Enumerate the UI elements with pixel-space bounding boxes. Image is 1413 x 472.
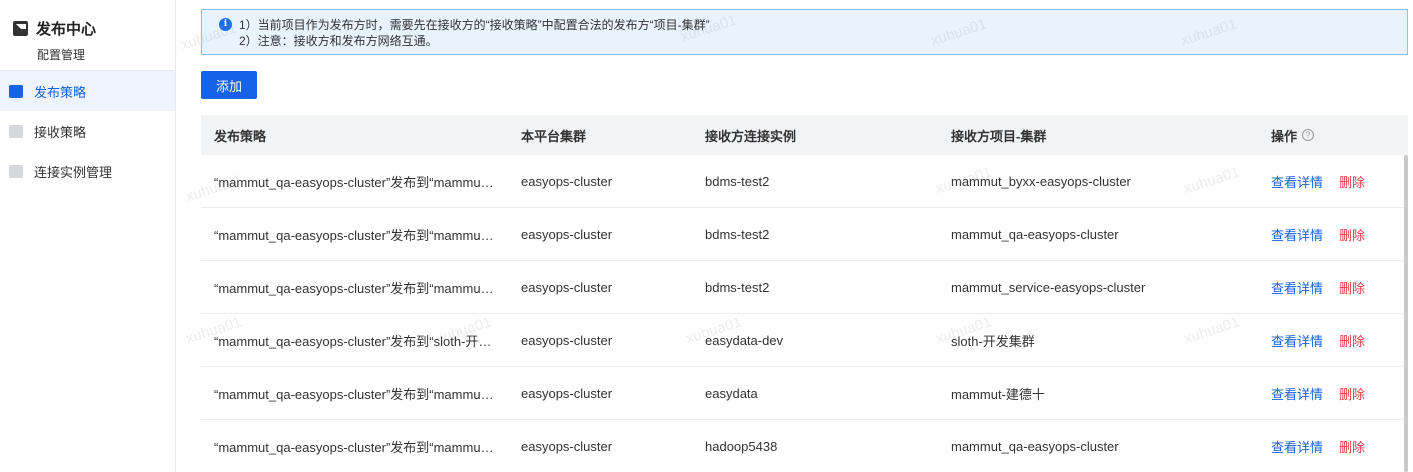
instance-cell: hadoop5438: [705, 438, 778, 454]
cluster-cell: easyops-cluster: [521, 226, 613, 242]
column-header-instance: 接收方连接实例: [705, 128, 797, 144]
alert-line-2: 2）注意：接收方和发布方网络互通。: [239, 34, 438, 48]
table-row: “mammut_qa-easyops-cluster”发布到“mammut-建德…: [201, 367, 1408, 420]
policy-cell: “mammut_qa-easyops-cluster”发布到“mammut_qa…: [214, 439, 497, 455]
alert-line-1: 1）当前项目作为发布方时，需要先在接收方的“接收策略”中配置合法的发布方“项目-…: [239, 18, 710, 32]
table-header: 发布策略 本平台集群 接收方连接实例 接收方项目-集群 操作 ?: [201, 115, 1408, 155]
actions-cell: 查看详情 删除: [1271, 384, 1401, 403]
sidebar-item-label: 连接实例管理: [34, 164, 113, 180]
column-header-target: 接收方项目-集群: [951, 128, 1047, 144]
target-cell: mammut_qa-easyops-cluster: [951, 226, 1119, 242]
view-details-link[interactable]: 查看详情: [1271, 225, 1323, 244]
column-header-policy: 发布策略: [214, 128, 267, 144]
column-header-actions: 操作 ?: [1271, 126, 1401, 145]
delete-link[interactable]: 删除: [1339, 384, 1365, 403]
instance-cell: bdms-test2: [705, 226, 770, 242]
sidebar-item-label: 发布策略: [34, 84, 87, 100]
sidebar-item-connection-instances[interactable]: 连接实例管理: [0, 151, 175, 191]
actions-cell: 查看详情 删除: [1271, 331, 1401, 350]
publish-center-icon: [13, 21, 28, 36]
cluster-cell: easyops-cluster: [521, 332, 613, 348]
cluster-cell: easyops-cluster: [521, 173, 613, 189]
policy-cell: “mammut_qa-easyops-cluster”发布到“sloth-开发集…: [214, 333, 497, 349]
instance-cell: easydata-dev: [705, 332, 784, 348]
actions-cell: 查看详情 删除: [1271, 278, 1401, 297]
table-row: “mammut_qa-easyops-cluster”发布到“mammut_qa…: [201, 420, 1408, 472]
cluster-cell: easyops-cluster: [521, 438, 613, 454]
policy-cell: “mammut_qa-easyops-cluster”发布到“mammut_qa…: [214, 227, 497, 243]
instance-cell: bdms-test2: [705, 279, 770, 295]
delete-link[interactable]: 删除: [1339, 331, 1365, 350]
view-details-link[interactable]: 查看详情: [1271, 437, 1323, 456]
target-cell: mammut_qa-easyops-cluster: [951, 438, 1119, 454]
info-icon: i: [219, 18, 232, 31]
brand-header: 发布中心 配置管理: [0, 0, 175, 71]
table-row: “mammut_qa-easyops-cluster”发布到“mammut_by…: [201, 155, 1408, 208]
policy-table: 发布策略 本平台集群 接收方连接实例 接收方项目-集群 操作 ? “mammut…: [201, 115, 1408, 472]
sidebar: 发布中心 配置管理 发布策略 接收策略 连接实例管理: [0, 0, 176, 472]
actions-cell: 查看详情 删除: [1271, 172, 1401, 191]
actions-cell: 查看详情 删除: [1271, 225, 1401, 244]
sidebar-item-publish-policy[interactable]: 发布策略: [0, 71, 175, 111]
policy-cell: “mammut_qa-easyops-cluster”发布到“mammut-建德…: [214, 386, 497, 402]
help-icon[interactable]: ?: [1302, 129, 1315, 141]
instance-cell: bdms-test2: [705, 173, 770, 189]
delete-link[interactable]: 删除: [1339, 172, 1365, 191]
table-row: “mammut_qa-easyops-cluster”发布到“mammut_se…: [201, 261, 1408, 314]
receive-icon: [9, 124, 23, 138]
instance-cell: easydata: [705, 385, 758, 401]
actions-cell: 查看详情 删除: [1271, 437, 1401, 456]
delete-link[interactable]: 删除: [1339, 437, 1365, 456]
link-icon: [9, 164, 23, 178]
target-cell: mammut-建德十: [951, 386, 1045, 402]
cluster-cell: easyops-cluster: [521, 385, 613, 401]
view-details-link[interactable]: 查看详情: [1271, 331, 1323, 350]
add-button[interactable]: 添加: [201, 71, 257, 99]
cluster-cell: easyops-cluster: [521, 279, 613, 295]
publish-icon: [9, 84, 23, 98]
column-header-cluster: 本平台集群: [521, 128, 587, 144]
table-row: “mammut_qa-easyops-cluster”发布到“mammut_qa…: [201, 208, 1408, 261]
app-title: 发布中心: [36, 21, 97, 38]
view-details-link[interactable]: 查看详情: [1271, 278, 1323, 297]
vertical-scrollbar[interactable]: [1404, 155, 1408, 472]
view-details-link[interactable]: 查看详情: [1271, 384, 1323, 403]
delete-link[interactable]: 删除: [1339, 278, 1365, 297]
target-cell: mammut_byxx-easyops-cluster: [951, 173, 1131, 189]
delete-link[interactable]: 删除: [1339, 225, 1365, 244]
policy-cell: “mammut_qa-easyops-cluster”发布到“mammut_se…: [214, 280, 497, 296]
target-cell: sloth-开发集群: [951, 333, 1035, 349]
view-details-link[interactable]: 查看详情: [1271, 172, 1323, 191]
target-cell: mammut_service-easyops-cluster: [951, 279, 1146, 295]
sidebar-item-label: 接收策略: [34, 124, 87, 140]
app-subtitle: 配置管理: [37, 48, 86, 62]
policy-cell: “mammut_qa-easyops-cluster”发布到“mammut_by…: [214, 174, 497, 190]
info-alert: i 1）当前项目作为发布方时，需要先在接收方的“接收策略”中配置合法的发布方“项…: [201, 9, 1408, 55]
actions-label: 操作: [1271, 128, 1298, 144]
sidebar-item-receive-policy[interactable]: 接收策略: [0, 111, 175, 151]
table-row: “mammut_qa-easyops-cluster”发布到“sloth-开发集…: [201, 314, 1408, 367]
